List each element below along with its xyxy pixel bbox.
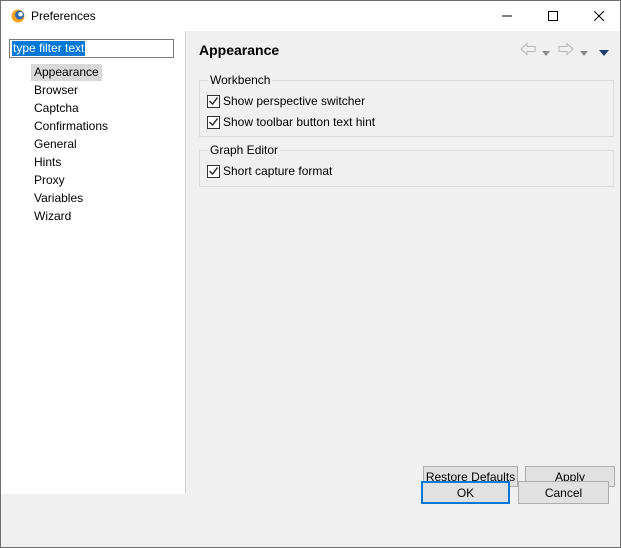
minimize-button[interactable] (484, 1, 530, 31)
checkmark-icon (209, 118, 218, 126)
window-title: Preferences (31, 9, 96, 23)
preference-tree-pane: type filter text Appearance Browser Capt… (1, 31, 186, 494)
ok-button[interactable]: OK (421, 481, 510, 504)
back-dropdown-icon[interactable] (542, 46, 550, 60)
show-toolbar-text-hint-label: Show toolbar button text hint (223, 115, 376, 129)
short-capture-format-checkbox[interactable] (207, 164, 220, 178)
forward-arrow-icon[interactable] (558, 42, 574, 59)
close-icon (594, 11, 604, 21)
minimize-icon (502, 15, 512, 17)
tree-item-browser[interactable]: Browser (31, 82, 81, 99)
show-perspective-switcher-option[interactable]: Show perspective switcher (207, 93, 365, 109)
show-perspective-switcher-checkbox[interactable] (207, 94, 220, 108)
tree-item-variables[interactable]: Variables (31, 190, 86, 207)
filter-input[interactable]: type filter text (9, 39, 174, 58)
preference-page: Appearance Workbench Show perspective sw… (186, 31, 620, 494)
graph-editor-group: Graph Editor Short capture format (199, 143, 614, 187)
tree-item-hints[interactable]: Hints (31, 154, 64, 171)
show-toolbar-text-hint-checkbox[interactable] (207, 115, 220, 129)
maximize-icon (548, 11, 558, 21)
forward-dropdown-icon[interactable] (580, 46, 588, 60)
tree-item-wizard[interactable]: Wizard (31, 208, 74, 225)
cancel-button[interactable]: Cancel (518, 481, 609, 504)
short-capture-format-option[interactable]: Short capture format (207, 163, 332, 179)
preferences-window: Preferences type filter text Appearance … (0, 0, 621, 548)
show-toolbar-text-hint-option[interactable]: Show toolbar button text hint (207, 114, 375, 130)
graph-editor-group-label: Graph Editor (208, 143, 281, 157)
tree-item-general[interactable]: General (31, 136, 80, 153)
back-arrow-icon[interactable] (520, 42, 536, 59)
filter-text-selected: type filter text (12, 41, 86, 56)
close-button[interactable] (576, 1, 621, 31)
tree-item-proxy[interactable]: Proxy (31, 172, 68, 189)
workbench-group-label: Workbench (208, 73, 273, 87)
maximize-button[interactable] (530, 1, 576, 31)
checkmark-icon (209, 167, 218, 175)
show-perspective-switcher-label: Show perspective switcher (223, 94, 366, 108)
tree-item-appearance[interactable]: Appearance (31, 64, 102, 81)
short-capture-format-label: Short capture format (223, 164, 333, 178)
page-title: Appearance (199, 42, 280, 58)
title-bar: Preferences (1, 1, 620, 31)
tree-item-confirmations[interactable]: Confirmations (31, 118, 111, 135)
eclipse-icon (10, 8, 26, 24)
checkmark-icon (209, 97, 218, 105)
page-header: Appearance (186, 31, 620, 68)
view-menu-icon[interactable] (599, 46, 609, 60)
tree-item-captcha[interactable]: Captcha (31, 100, 82, 117)
workbench-group: Workbench Show perspective switcher Show… (199, 73, 614, 137)
